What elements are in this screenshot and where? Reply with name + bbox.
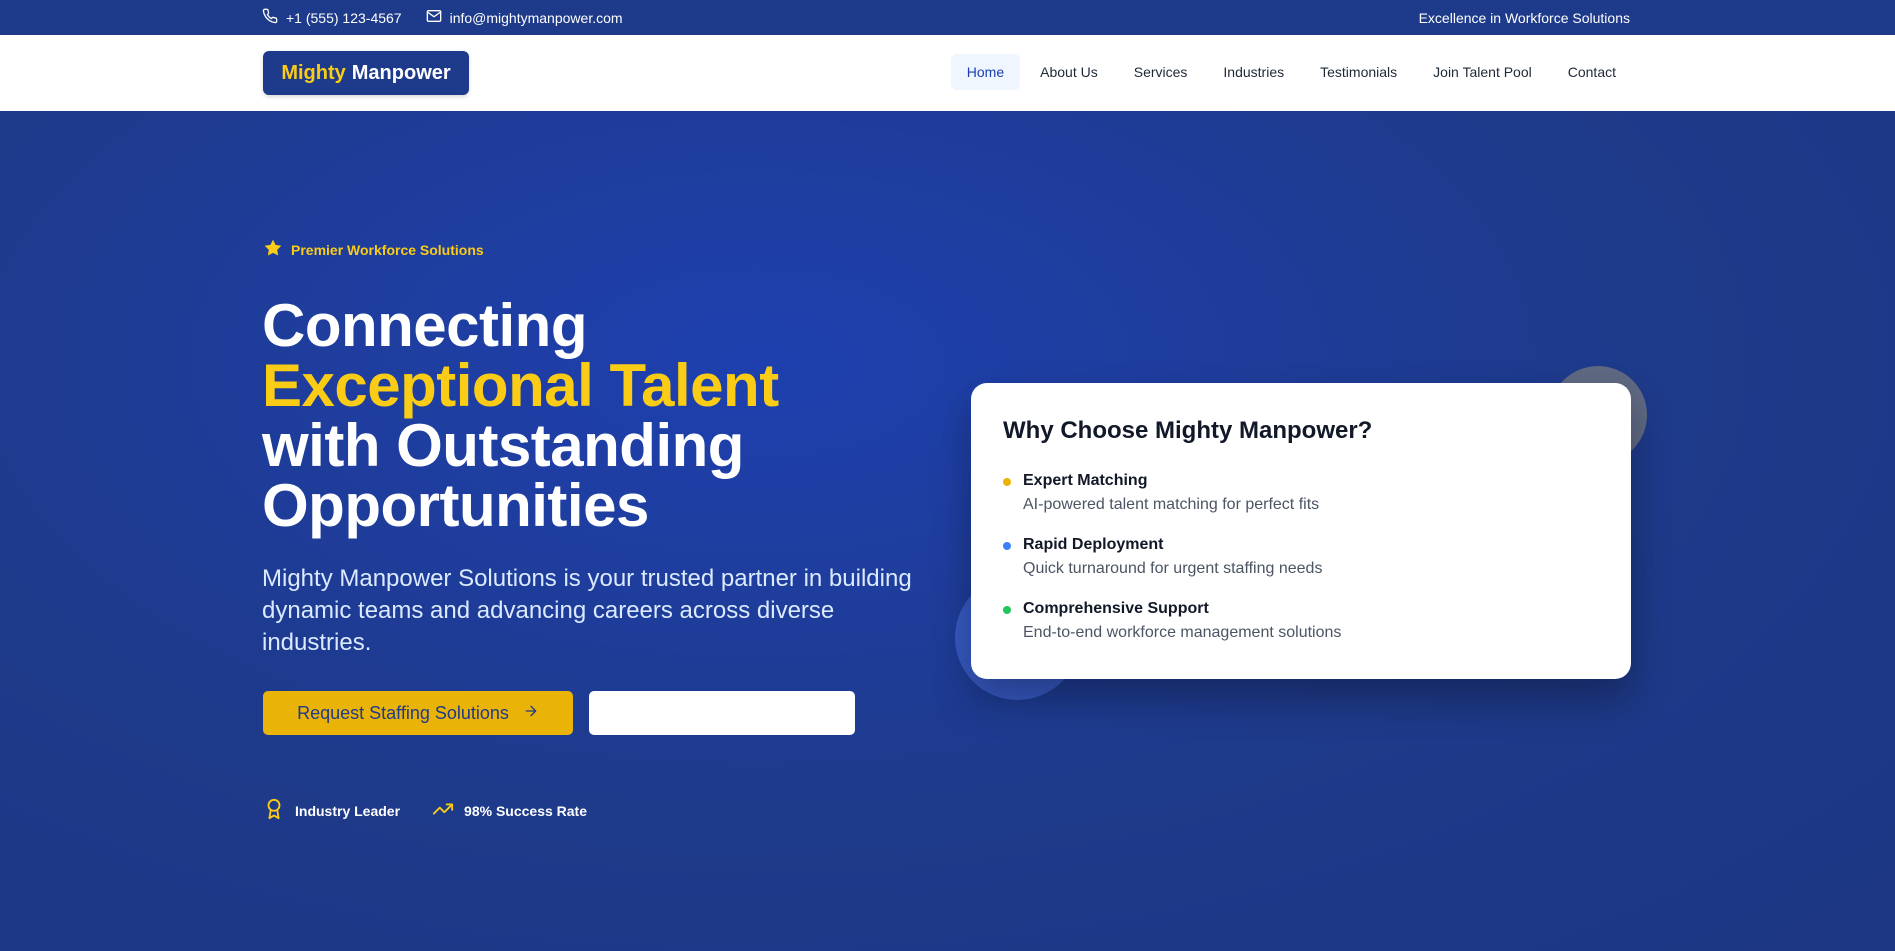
hero-badge: Premier Workforce Solutions [263,238,484,261]
award-icon [263,798,285,823]
request-staffing-button[interactable]: Request Staffing Solutions [263,691,573,735]
nav-item-testimonials[interactable]: Testimonials [1304,54,1413,90]
card-title: Why Choose Mighty Manpower? [1003,417,1373,444]
stat-label: 98% Success Rate [464,802,587,819]
mail-icon [426,8,442,27]
hero-description: Mighty Manpower Solutions is your truste… [262,565,912,656]
nav-item-contact[interactable]: Contact [1552,54,1632,90]
stat-success-rate: 98% Success Rate [432,798,587,823]
feature-item: Expert Matching AI-powered talent matchi… [1003,470,1319,518]
feature-bullet [1003,606,1011,614]
feature-description: Quick turnaround for urgent staffing nee… [1023,560,1323,577]
headline-line-1: Connecting [262,292,587,359]
logo-second-word: Manpower [351,61,451,84]
headline-highlight: Exceptional Talent [262,352,779,419]
phone-icon [262,8,278,27]
nav-item-join-talent-pool[interactable]: Join Talent Pool [1417,54,1548,90]
logo[interactable]: Mighty Manpower [263,51,469,95]
feature-title: Comprehensive Support [1023,600,1209,617]
hero-badge-text: Premier Workforce Solutions [291,241,484,258]
stat-industry-leader: Industry Leader [263,798,400,823]
secondary-button[interactable] [589,691,855,735]
nav-item-services[interactable]: Services [1118,54,1204,90]
feature-bullet [1003,478,1011,486]
email-link[interactable]: info@mightymanpower.com [426,8,623,27]
feature-item: Rapid Deployment Quick turnaround for ur… [1003,534,1322,582]
logo-first-word: Mighty [281,61,346,84]
why-choose-card: Why Choose Mighty Manpower? Expert Match… [971,383,1631,679]
request-staffing-label: Request Staffing Solutions [297,702,509,723]
stat-label: Industry Leader [295,802,401,819]
feature-description: End-to-end workforce management solution… [1023,624,1342,641]
feature-title: Rapid Deployment [1023,536,1164,553]
star-icon [263,238,283,261]
hero-stats: Industry Leader 98% Success Rate [263,798,587,823]
trending-up-icon [432,798,454,823]
feature-item: Comprehensive Support End-to-end workfor… [1003,598,1341,646]
feature-title: Expert Matching [1023,472,1148,489]
phone-link[interactable]: +1 (555) 123-4567 [262,8,402,27]
arrow-right-icon [523,703,539,724]
top-tagline: Excellence in Workforce Solutions [1418,9,1630,26]
nav-item-home[interactable]: Home [950,54,1021,90]
main-navbar: Mighty Manpower Home About Us Services I… [0,35,1895,111]
email-text: info@mightymanpower.com [449,9,623,26]
hero-section: Premier Workforce Solutions Connecting E… [0,111,1895,951]
top-bar: +1 (555) 123-4567 info@mightymanpower.co… [0,0,1895,35]
nav-item-about-us[interactable]: About Us [1024,54,1114,90]
feature-bullet [1003,542,1011,550]
contact-info: +1 (555) 123-4567 info@mightymanpower.co… [262,0,623,35]
hero-headline: Connecting Exceptional Talent with Outst… [262,296,779,536]
phone-text: +1 (555) 123-4567 [286,9,402,26]
headline-line-4: Opportunities [262,472,649,539]
feature-description: AI-powered talent matching for perfect f… [1023,496,1320,513]
nav-menu: Home About Us Services Industries Testim… [950,54,1632,90]
nav-item-industries[interactable]: Industries [1207,54,1300,90]
headline-line-3: with Outstanding [262,412,744,479]
